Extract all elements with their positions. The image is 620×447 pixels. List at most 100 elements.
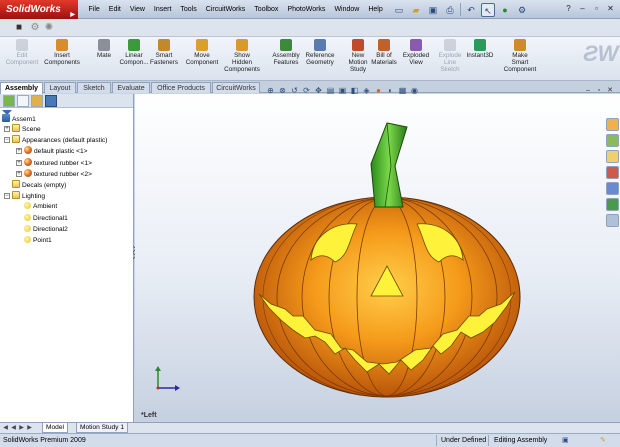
menu-circuitworks[interactable]: CircuitWorks (201, 0, 250, 19)
property-manager-tab-icon[interactable] (17, 95, 29, 107)
ribbon-button-smart-component[interactable]: Make Smart Component (498, 39, 542, 74)
folder-icon (12, 135, 20, 144)
tree-item[interactable]: Scene (12, 124, 41, 134)
view-orientation-icon[interactable]: ▣ (337, 85, 348, 96)
tree-item[interactable]: Point1 (24, 236, 52, 246)
menu-toolbox[interactable]: Toolbox (250, 0, 283, 19)
menu-file[interactable]: File (84, 0, 104, 19)
menu-help[interactable]: Help (364, 0, 387, 19)
rebuild-status-icon[interactable]: ✎ (600, 434, 606, 447)
tree-item-label: Appearances (default plastic) (22, 137, 108, 145)
tab-assembly[interactable]: Assembly (0, 82, 43, 94)
options-icon[interactable]: ⚙ (515, 3, 529, 17)
tree-item[interactable]: Lighting (12, 191, 45, 201)
expand-toggle-icon[interactable]: + (16, 170, 22, 177)
tree-root[interactable]: Assem1 (2, 114, 36, 124)
tree-item[interactable]: textured rubber <1> (24, 157, 92, 168)
hide-show-items-icon[interactable]: ◈ (361, 85, 372, 96)
tree-item[interactable]: Appearances (default plastic) (12, 135, 107, 145)
ribbon-button-edit-component[interactable]: Edit Component (0, 39, 44, 66)
appearances-icon[interactable] (606, 198, 619, 211)
rotate-view-icon[interactable]: ⟳ (301, 85, 312, 96)
tree-item[interactable]: Decals (empty) (12, 180, 66, 190)
gear-icon[interactable]: ⚙ (28, 21, 42, 35)
zoom-to-fit-icon[interactable]: ⊕ (265, 85, 276, 96)
save-icon[interactable]: ▣ (426, 3, 440, 17)
undo-icon[interactable]: ↶ (464, 3, 478, 17)
tab-sketch[interactable]: Sketch (77, 82, 111, 93)
light-icon[interactable]: ✺ (42, 21, 56, 35)
restore-icon[interactable]: ▫ (591, 3, 602, 14)
graphics-viewport[interactable] (135, 94, 620, 422)
ribbon-button-show-hidden[interactable]: Show Hidden Components (220, 39, 264, 74)
solidworks-logo[interactable]: SolidWorks ▶ (0, 0, 78, 19)
tree-item[interactable]: textured rubber <2> (24, 168, 92, 179)
tree-item[interactable]: Ambient (24, 202, 57, 212)
new-document-icon[interactable]: ▭ (392, 3, 406, 17)
configuration-manager-tab-icon[interactable] (31, 95, 43, 107)
search-icon[interactable] (606, 166, 619, 179)
ribbon-button-move-component[interactable]: Move Component (180, 39, 224, 66)
section-view-icon[interactable]: ▤ (325, 85, 336, 96)
tab-circuitworks[interactable]: CircuitWorks (212, 82, 260, 93)
edit-appearance-icon[interactable]: ● (373, 85, 384, 96)
tab-office-products[interactable]: Office Products (151, 82, 211, 93)
tree-item[interactable]: Directional1 (24, 213, 68, 224)
view-orientation-label: *Left (141, 412, 157, 419)
camera-icon[interactable]: ■ (12, 21, 26, 35)
tab-motion-study[interactable]: Motion Study 1 (76, 423, 128, 433)
close-icon[interactable]: ✕ (605, 3, 616, 14)
tab-evaluate[interactable]: Evaluate (112, 82, 150, 93)
menu-window[interactable]: Window (330, 0, 364, 19)
pumpkin-model[interactable] (135, 94, 620, 422)
expand-toggle-icon[interactable]: + (16, 148, 22, 155)
rebuild-icon[interactable]: ● (498, 3, 512, 17)
pan-icon[interactable]: ✥ (313, 85, 324, 96)
view-palette-icon[interactable] (606, 182, 619, 195)
menu-photoworks[interactable]: PhotoWorks (283, 0, 330, 19)
expand-toggle-icon[interactable]: − (4, 193, 10, 200)
tree-item[interactable]: Directional2 (24, 224, 68, 235)
light-bulb-icon (24, 213, 31, 221)
photoworks-icon[interactable]: ◉ (409, 85, 420, 96)
previous-tab-arrow-icon[interactable]: ◀ (10, 424, 17, 432)
ribbon-button-label: Instant3D (466, 52, 494, 59)
tab-model[interactable]: Model (42, 423, 68, 433)
expand-toggle-icon[interactable]: − (4, 137, 10, 144)
design-library-icon[interactable] (606, 134, 619, 147)
view-settings-icon[interactable]: ▦ (397, 85, 408, 96)
open-folder-icon[interactable]: ▰ (409, 3, 423, 17)
feature-manager-tab-icon[interactable] (3, 95, 15, 107)
tab-layout[interactable]: Layout (44, 82, 76, 93)
minimize-icon[interactable]: – (577, 3, 588, 14)
expand-toggle-icon[interactable]: + (16, 159, 22, 166)
custom-properties-icon[interactable] (606, 214, 619, 227)
menu-view[interactable]: View (125, 0, 149, 19)
ribbon-button-insert-components[interactable]: Insert Components (40, 39, 84, 66)
viewport-minimize-icon[interactable]: – (584, 87, 592, 95)
ribbon-button-instant3d[interactable]: Instant3D (458, 39, 502, 59)
previous-view-icon[interactable]: ↺ (289, 85, 300, 96)
viewport-close-icon[interactable]: ✕ (606, 87, 614, 95)
file-explorer-icon[interactable] (606, 150, 619, 163)
expand-toggle-icon[interactable]: + (4, 126, 10, 132)
menu-insert[interactable]: Insert (149, 0, 176, 19)
help-question-icon[interactable]: ? (563, 3, 574, 14)
display-style-icon[interactable]: ◧ (349, 85, 360, 96)
select-pointer-icon[interactable]: ↖ (481, 2, 495, 17)
status-units-icon[interactable]: ▣ (562, 434, 569, 447)
zoom-to-area-icon[interactable]: ⊗ (277, 85, 288, 96)
menu-edit[interactable]: Edit (104, 0, 125, 19)
last-tab-arrow-icon[interactable]: ▶ (26, 424, 33, 432)
print-icon[interactable]: ⎙ (443, 3, 457, 17)
solidworks-resources-icon[interactable] (606, 118, 619, 131)
next-tab-arrow-icon[interactable]: ▶ (18, 424, 25, 432)
menu-tools[interactable]: Tools (176, 0, 201, 19)
reference-geometry-icon (314, 39, 326, 51)
first-tab-arrow-icon[interactable]: ◀ (2, 424, 9, 432)
tree-item[interactable]: default plastic <1> (24, 146, 88, 156)
apply-scene-icon[interactable]: ◐ (385, 85, 396, 96)
command-manager-ribbon: Edit Component Insert Components Mate Linea… (0, 37, 620, 81)
viewport-restore-icon[interactable]: ▫ (595, 87, 603, 95)
display-manager-tab-icon[interactable] (45, 95, 57, 107)
